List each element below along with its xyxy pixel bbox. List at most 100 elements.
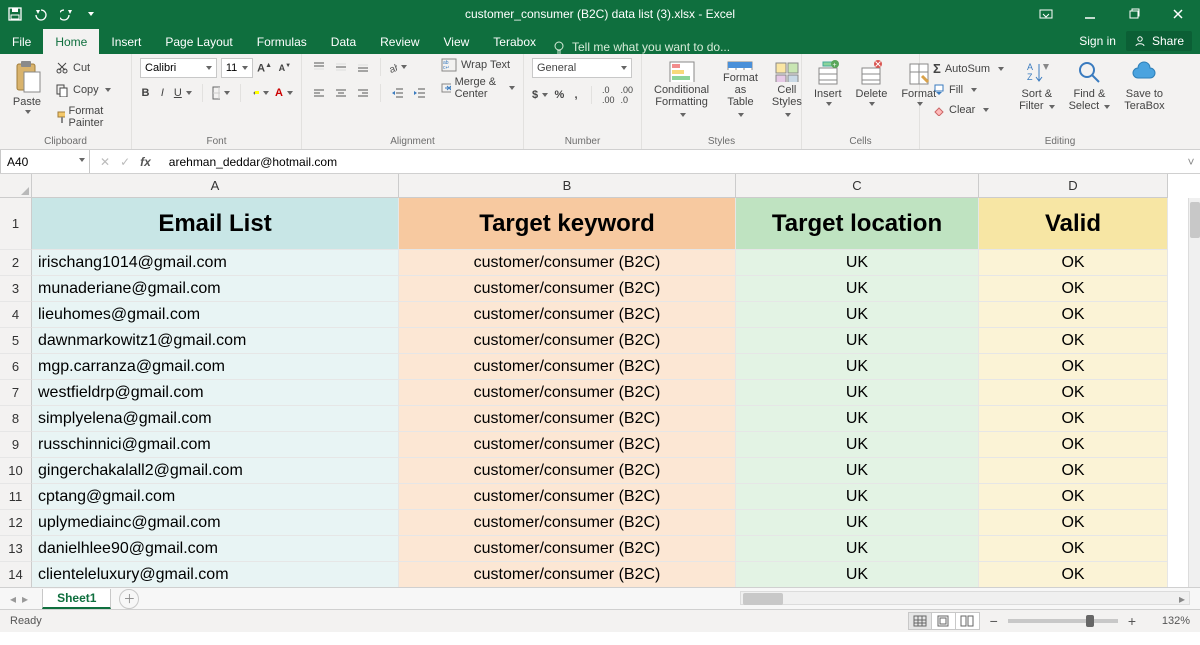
share-button[interactable]: Share	[1126, 31, 1192, 51]
tab-file[interactable]: File	[0, 29, 43, 54]
save-terabox-button[interactable]: Save toTeraBox	[1120, 58, 1168, 114]
cell[interactable]: customer/consumer (B2C)	[399, 328, 736, 354]
fill-button[interactable]: Fill	[928, 81, 1009, 99]
header-cell-A[interactable]: Email List	[32, 198, 399, 250]
align-right-button[interactable]	[354, 84, 372, 102]
col-header-D[interactable]: D	[979, 174, 1168, 198]
cell[interactable]: UK	[736, 484, 979, 510]
tab-page-layout[interactable]: Page Layout	[153, 29, 244, 54]
cell[interactable]: OK	[979, 536, 1168, 562]
cell[interactable]: UK	[736, 328, 979, 354]
align-left-button[interactable]	[310, 84, 328, 102]
col-header-B[interactable]: B	[399, 174, 736, 198]
sheet-tab-active[interactable]: Sheet1	[42, 589, 111, 609]
cell[interactable]: customer/consumer (B2C)	[399, 380, 736, 406]
page-layout-view-button[interactable]	[932, 612, 956, 630]
cell[interactable]: customer/consumer (B2C)	[399, 276, 736, 302]
add-sheet-button[interactable]: ＋	[119, 589, 139, 609]
orientation-button[interactable]: ab	[389, 58, 407, 76]
sheet-nav-next-icon[interactable]: ▸	[22, 592, 28, 606]
header-cell-B[interactable]: Target keyword	[399, 198, 736, 250]
cell[interactable]: simplyelena@gmail.com	[32, 406, 399, 432]
zoom-percentage[interactable]: 132%	[1146, 615, 1190, 627]
col-header-A[interactable]: A	[32, 174, 399, 198]
cell[interactable]: gingerchakalall2@gmail.com	[32, 458, 399, 484]
italic-button[interactable]: I	[157, 84, 168, 102]
find-select-button[interactable]: Find &Select	[1065, 58, 1115, 114]
row-header[interactable]: 6	[0, 354, 32, 380]
row-header[interactable]: 8	[0, 406, 32, 432]
save-icon[interactable]	[8, 7, 22, 21]
tab-view[interactable]: View	[432, 29, 482, 54]
cell[interactable]: UK	[736, 536, 979, 562]
decrease-indent-button[interactable]	[389, 84, 407, 102]
row-header[interactable]: 9	[0, 432, 32, 458]
ribbon-options-icon[interactable]	[1024, 0, 1068, 28]
font-color-button[interactable]: A	[275, 84, 293, 102]
cell-styles-button[interactable]: CellStyles	[768, 58, 806, 122]
insert-cells-button[interactable]: +Insert	[810, 58, 846, 122]
zoom-slider-knob[interactable]	[1086, 615, 1094, 627]
cell[interactable]: UK	[736, 276, 979, 302]
conditional-formatting-button[interactable]: ConditionalFormatting	[650, 58, 713, 122]
tab-terabox[interactable]: Terabox	[481, 29, 548, 54]
autosum-button[interactable]: ΣAutoSum	[928, 58, 1009, 79]
bold-button[interactable]: B	[140, 84, 151, 102]
name-box[interactable]	[0, 150, 90, 173]
page-break-view-button[interactable]	[956, 612, 980, 630]
cell[interactable]: mgp.carranza@gmail.com	[32, 354, 399, 380]
cell[interactable]: OK	[979, 562, 1168, 587]
tab-formulas[interactable]: Formulas	[245, 29, 319, 54]
cell[interactable]: russchinnici@gmail.com	[32, 432, 399, 458]
comma-style-button[interactable]: ,	[571, 86, 582, 104]
select-all-corner[interactable]	[0, 174, 32, 198]
increase-indent-button[interactable]	[411, 84, 429, 102]
cell[interactable]: UK	[736, 250, 979, 276]
cell[interactable]: UK	[736, 354, 979, 380]
cell[interactable]: customer/consumer (B2C)	[399, 354, 736, 380]
cell[interactable]: uplymediainc@gmail.com	[32, 510, 399, 536]
zoom-out-button[interactable]: −	[990, 613, 998, 629]
sheet-nav-prev-icon[interactable]: ◂	[10, 592, 16, 606]
header-cell-D[interactable]: Valid	[979, 198, 1168, 250]
font-size-combo[interactable]	[221, 58, 253, 78]
cell[interactable]: irischang1014@gmail.com	[32, 250, 399, 276]
cell[interactable]: OK	[979, 510, 1168, 536]
row-header[interactable]: 5	[0, 328, 32, 354]
clear-button[interactable]: Clear	[928, 101, 1009, 119]
percent-button[interactable]: %	[554, 86, 565, 104]
col-header-C[interactable]: C	[736, 174, 979, 198]
cell[interactable]: OK	[979, 380, 1168, 406]
cell[interactable]: customer/consumer (B2C)	[399, 302, 736, 328]
number-format-combo[interactable]: General	[532, 58, 632, 78]
row-header[interactable]: 11	[0, 484, 32, 510]
cell[interactable]: UK	[736, 406, 979, 432]
align-top-button[interactable]	[310, 58, 328, 76]
cell[interactable]: customer/consumer (B2C)	[399, 432, 736, 458]
cell[interactable]: cptang@gmail.com	[32, 484, 399, 510]
scroll-right-icon[interactable]: ▸	[1175, 592, 1189, 606]
tab-review[interactable]: Review	[368, 29, 431, 54]
cell[interactable]: UK	[736, 458, 979, 484]
undo-icon[interactable]	[32, 7, 50, 21]
zoom-in-button[interactable]: +	[1128, 613, 1136, 629]
redo-icon[interactable]	[60, 7, 76, 21]
cell[interactable]: danielhlee90@gmail.com	[32, 536, 399, 562]
cell[interactable]: customer/consumer (B2C)	[399, 510, 736, 536]
tell-me-search[interactable]: Tell me what you want to do...	[552, 40, 730, 54]
row-header[interactable]: 13	[0, 536, 32, 562]
increase-decimal-button[interactable]: .0.00	[602, 86, 615, 104]
increase-font-button[interactable]: A▲	[257, 59, 273, 77]
vertical-scrollbar[interactable]	[1188, 198, 1200, 587]
horizontal-scrollbar[interactable]: ◂ ▸	[740, 591, 1190, 605]
paste-button[interactable]: Paste	[8, 58, 46, 116]
tab-data[interactable]: Data	[319, 29, 368, 54]
cancel-formula-icon[interactable]: ✕	[100, 155, 110, 169]
align-middle-button[interactable]	[332, 58, 350, 76]
cell[interactable]: dawnmarkowitz1@gmail.com	[32, 328, 399, 354]
cell[interactable]: customer/consumer (B2C)	[399, 536, 736, 562]
fill-color-button[interactable]	[251, 84, 269, 102]
sign-in-link[interactable]: Sign in	[1079, 34, 1116, 48]
cell[interactable]: lieuhomes@gmail.com	[32, 302, 399, 328]
align-center-button[interactable]	[332, 84, 350, 102]
